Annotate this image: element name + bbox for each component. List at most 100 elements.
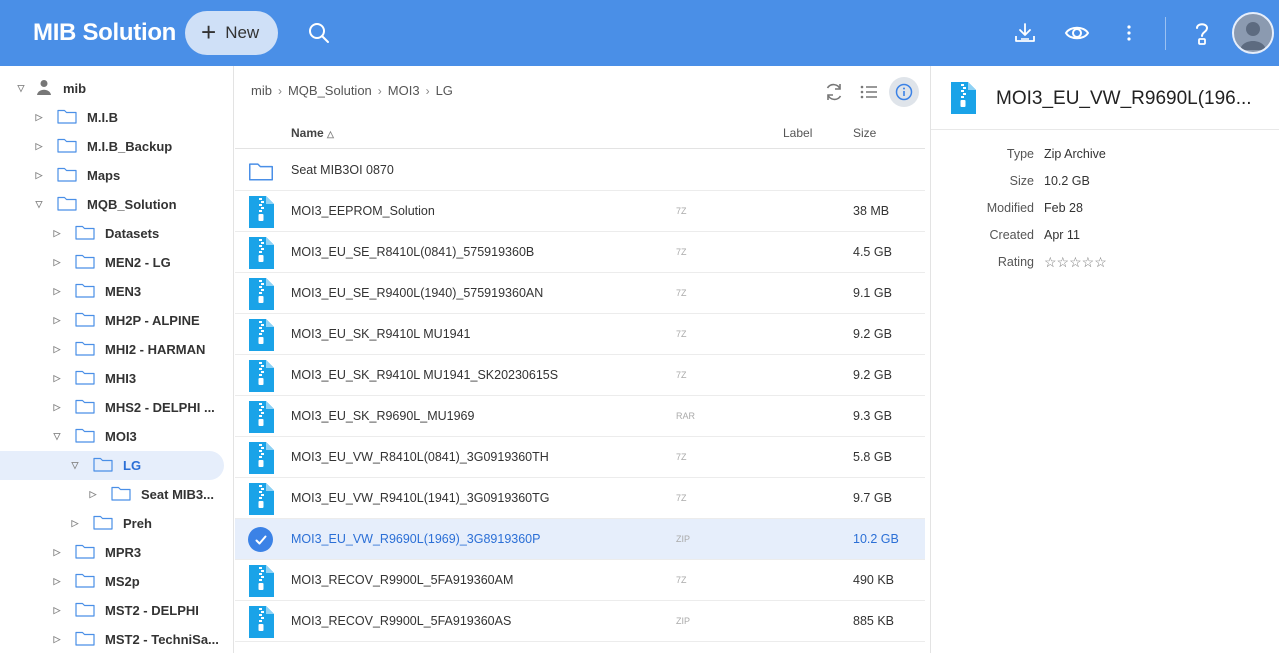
details-header: MOI3_EU_VW_R9690L(196... xyxy=(931,66,1279,130)
collapse-arrow-icon[interactable]: ▽ xyxy=(32,199,46,210)
tree-item-label: MPR3 xyxy=(105,545,142,560)
folder-icon xyxy=(93,456,113,475)
size-column-header[interactable]: Size xyxy=(853,126,876,140)
expand-arrow-icon[interactable]: ▷ xyxy=(50,315,64,326)
expand-arrow-icon[interactable]: ▷ xyxy=(68,518,82,529)
tree-item[interactable]: ▷ Preh xyxy=(0,509,232,538)
tree-item[interactable]: ▷ MEN3 xyxy=(0,277,232,306)
expand-arrow-icon[interactable]: ▷ xyxy=(50,402,64,413)
new-button[interactable]: + New xyxy=(185,11,278,55)
file-row[interactable]: MOI3_EU_VW_R9410L(1941)_3G0919360TG 7Z 9.7… xyxy=(235,478,925,519)
folder-icon xyxy=(57,166,77,185)
file-size: 490 KB xyxy=(853,573,895,587)
tree-item[interactable]: ▽ mib xyxy=(0,74,232,103)
tree-item[interactable]: ▷ MPR3 xyxy=(0,538,232,567)
checkmark-icon[interactable] xyxy=(248,527,273,552)
collapse-arrow-icon[interactable]: ▽ xyxy=(50,431,64,442)
tree-item[interactable]: ▽ LG xyxy=(0,451,224,480)
list-view-icon[interactable] xyxy=(855,78,883,106)
tree-item-label: Datasets xyxy=(105,226,160,241)
file-row[interactable]: MOI3_EU_VW_R8410L(0841)_3G0919360TH 7Z 5.8… xyxy=(235,437,925,478)
file-type: 7Z xyxy=(676,370,687,380)
file-row[interactable]: MOI3_EU_SK_R9410L MU1941_SK20230615S 7Z 9.… xyxy=(235,355,925,396)
tree-item[interactable]: ▷ Datasets xyxy=(0,219,232,248)
tree-item[interactable]: ▷ Maps xyxy=(0,161,232,190)
tree-item-label: MOI3 xyxy=(105,429,137,444)
tree-item[interactable]: ▽ MOI3 xyxy=(0,422,232,451)
app-title: MIB Solution xyxy=(33,19,177,46)
zip-file-icon xyxy=(249,401,274,438)
folder-row[interactable]: Seat MIB3OI 0870 xyxy=(235,150,925,191)
more-vertical-icon[interactable] xyxy=(1114,18,1144,48)
collapse-arrow-icon[interactable]: ▽ xyxy=(68,460,82,471)
expand-arrow-icon[interactable]: ▷ xyxy=(50,576,64,587)
expand-arrow-icon[interactable]: ▷ xyxy=(50,605,64,616)
rating-stars[interactable]: ☆☆☆☆☆ xyxy=(1044,254,1107,271)
folder-icon xyxy=(75,282,95,301)
tree-item-label: Maps xyxy=(87,168,121,183)
info-icon[interactable] xyxy=(889,77,919,107)
expand-arrow-icon[interactable]: ▷ xyxy=(50,344,64,355)
tree-item-label: Preh xyxy=(123,516,152,531)
expand-arrow-icon[interactable]: ▷ xyxy=(50,373,64,384)
folder-icon xyxy=(75,253,95,272)
expand-arrow-icon[interactable]: ▷ xyxy=(50,286,64,297)
folder-icon xyxy=(75,630,95,649)
expand-arrow-icon[interactable]: ▷ xyxy=(86,489,100,500)
tree-item[interactable]: ▷ MST2 - TechniSa... xyxy=(0,625,232,653)
expand-arrow-icon[interactable]: ▷ xyxy=(50,257,64,268)
tree-item[interactable]: ▷ MEN2 - LG xyxy=(0,248,232,277)
expand-arrow-icon[interactable]: ▷ xyxy=(32,112,46,123)
file-type: 7Z xyxy=(676,452,687,462)
file-row[interactable]: MOI3_EU_SK_R9690L_MU1969 RAR 9.3 GB xyxy=(235,396,925,437)
breadcrumb-item[interactable]: mib xyxy=(251,83,272,98)
file-list-panel: mib › MQB_Solution › MOI3 › LG Name △ Label Si… xyxy=(235,66,930,653)
expand-arrow-icon[interactable]: ▷ xyxy=(50,547,64,558)
tree-item[interactable]: ▷ M.I.B_Backup xyxy=(0,132,232,161)
breadcrumb-item[interactable]: MOI3 xyxy=(388,83,420,98)
tree-item[interactable]: ▷ MST2 - DELPHI xyxy=(0,596,232,625)
expand-arrow-icon[interactable]: ▷ xyxy=(50,228,64,239)
tree-item[interactable]: ▽ MQB_Solution xyxy=(0,190,232,219)
folder-icon xyxy=(111,485,131,504)
file-row[interactable]: MOI3_EU_SE_R8410L(0841)_575919360B 7Z 4.5 … xyxy=(235,232,925,273)
tree-item[interactable]: ▷ MHS2 - DELPHI ... xyxy=(0,393,232,422)
zip-file-icon xyxy=(249,237,274,274)
expand-arrow-icon[interactable]: ▷ xyxy=(50,634,64,645)
tree-item-label: MHI2 - HARMAN xyxy=(105,342,206,357)
zip-file-icon xyxy=(249,278,274,315)
tree-item-label: MQB_Solution xyxy=(87,197,177,212)
collapse-arrow-icon[interactable]: ▽ xyxy=(14,83,28,94)
help-icon[interactable] xyxy=(1187,18,1217,48)
tree-item[interactable]: ▷ MS2p xyxy=(0,567,232,596)
breadcrumb-item[interactable]: LG xyxy=(436,83,453,98)
label-column-header[interactable]: Label xyxy=(783,126,812,140)
tree-item-label: MEN3 xyxy=(105,284,142,299)
file-row[interactable]: MOI3_EU_SK_R9410L MU1941 7Z 9.2 GB xyxy=(235,314,925,355)
expand-arrow-icon[interactable]: ▷ xyxy=(32,170,46,181)
avatar[interactable] xyxy=(1232,12,1274,54)
tree-item-label: MEN2 - LG xyxy=(105,255,171,270)
file-row[interactable]: MOI3_RECOV_R9900L_5FA919360AM 7Z 490 KB xyxy=(235,560,925,601)
eye-icon[interactable] xyxy=(1062,18,1092,48)
breadcrumb-separator: › xyxy=(277,83,282,98)
breadcrumb-item[interactable]: MQB_Solution xyxy=(288,83,372,98)
file-row[interactable]: MOI3_EEPROM_Solution 7Z 38 MB xyxy=(235,191,925,232)
file-row[interactable]: MOI3_EU_VW_R9690L(1969)_3G8919360P ZIP 10.… xyxy=(235,519,925,560)
folder-icon xyxy=(75,572,95,591)
tree-item[interactable]: ▷ Seat MIB3... xyxy=(0,480,232,509)
tree-item[interactable]: ▷ MH2P - ALPINE xyxy=(0,306,232,335)
file-type: 7Z xyxy=(676,329,687,339)
plus-icon: + xyxy=(201,17,217,47)
download-icon[interactable] xyxy=(1010,18,1040,48)
file-size: 5.8 GB xyxy=(853,450,892,464)
expand-arrow-icon[interactable]: ▷ xyxy=(32,141,46,152)
search-icon[interactable] xyxy=(304,18,334,48)
file-row[interactable]: MOI3_EU_SE_R9400L(1940)_575919360AN 7Z 9.1… xyxy=(235,273,925,314)
tree-item[interactable]: ▷ M.I.B xyxy=(0,103,232,132)
file-row[interactable]: MOI3_RECOV_R9900L_5FA919360AS ZIP 885 KB xyxy=(235,601,925,642)
tree-item[interactable]: ▷ MHI3 xyxy=(0,364,232,393)
tree-item[interactable]: ▷ MHI2 - HARMAN xyxy=(0,335,232,364)
refresh-icon[interactable] xyxy=(820,78,848,106)
name-column-header[interactable]: Name △ xyxy=(291,126,334,140)
